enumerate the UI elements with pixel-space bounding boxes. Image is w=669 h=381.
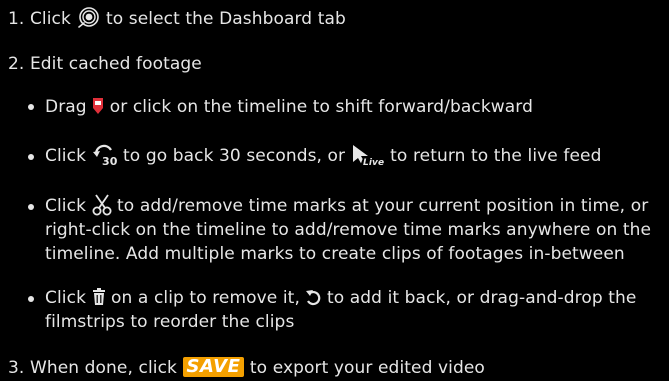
step-2: 2. Edit cached footage: [8, 54, 202, 74]
bullet-3-pre: Click: [45, 196, 87, 216]
bullet-4-mid: on a clip to remove it,: [111, 288, 300, 308]
bullet-scissors: Click to add/remove time marks at your c…: [45, 194, 648, 218]
step-3-pre: When done, click: [29, 358, 177, 378]
bullet-dot: [28, 296, 34, 302]
undo-icon: [305, 288, 321, 306]
bullet-1-pre: Drag: [45, 97, 87, 117]
bullet-dot: [28, 104, 34, 110]
step-2-number: 2.: [8, 54, 25, 74]
timeline-marker-icon: [92, 97, 104, 115]
bullet-3-line2: right-click on the timeline to add/remov…: [45, 220, 652, 240]
svg-text:30: 30: [102, 155, 118, 166]
live-feed-icon: Live: [351, 144, 385, 166]
step-1-number: 1.: [8, 9, 25, 29]
bullet-dot: [28, 204, 34, 210]
bullet-2-pre: Click: [45, 146, 87, 166]
dashboard-tab-icon: [76, 7, 100, 29]
step-3-post: to export your edited video: [249, 358, 485, 378]
step-3-number: 3.: [8, 358, 25, 378]
bullet-dot: [28, 154, 34, 160]
step-1-pre: Click: [29, 9, 71, 29]
save-button-icon: SAVE: [182, 357, 245, 377]
bullet-trash: Click on a clip to remove it, to add it …: [45, 286, 636, 310]
bullet-2-mid: to go back 30 seconds, or: [123, 146, 346, 166]
svg-text:Live: Live: [363, 158, 384, 166]
step-1-post: to select the Dashboard tab: [105, 9, 346, 29]
step-3: 3. When done, click SAVE to export your …: [8, 357, 485, 379]
trash-icon: [92, 288, 106, 306]
rewind-30-icon: 30: [92, 144, 118, 166]
bullet-3-line1: to add/remove time marks at your current…: [117, 196, 649, 216]
bullet-rewind: Click 30 to go back 30 seconds, or Live …: [45, 144, 601, 168]
bullet-2-post: to return to the live feed: [390, 146, 602, 166]
step-1: 1. Click to select the Dashboard tab: [8, 7, 346, 30]
bullet-4-pre: Click: [45, 288, 87, 308]
bullet-drag: Drag or click on the timeline to shift f…: [45, 95, 533, 119]
bullet-4-line2: filmstrips to reorder the clips: [45, 312, 295, 332]
bullet-1-post: or click on the timeline to shift forwar…: [109, 97, 533, 117]
bullet-3-line3: timeline. Add multiple marks to create c…: [45, 244, 625, 264]
step-2-text: Edit cached footage: [29, 54, 202, 74]
scissors-icon: [92, 194, 112, 216]
bullet-4-line1: to add it back, or drag-and-drop the: [327, 288, 637, 308]
